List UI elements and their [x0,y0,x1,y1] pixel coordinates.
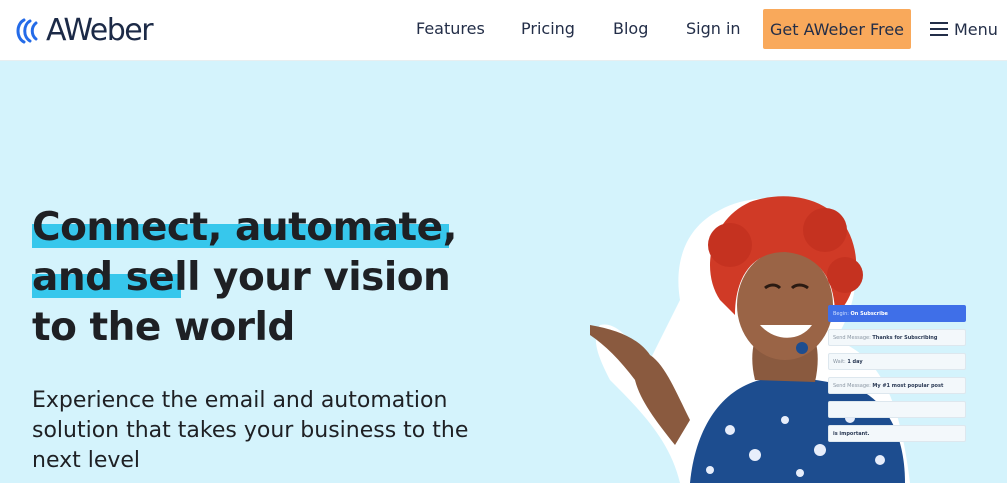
workflow-step: Send Message: Thanks for Subscribing [828,329,966,346]
workflow-step: Begin: On Subscribe [828,305,966,322]
headline-line-2: and sell your vision [32,255,451,300]
aweber-logo-icon [16,18,38,44]
automation-workflow-card: Begin: On Subscribe Send Message: Thanks… [828,305,966,449]
menu-button[interactable]: Menu [930,18,998,40]
logo-wordmark: AWeber [46,13,154,48]
nav-signin[interactable]: Sign in [686,19,741,38]
workflow-step: is important. [828,425,966,442]
workflow-step: Send Message: My #1 most popular post [828,377,966,394]
nav-pricing[interactable]: Pricing [521,19,575,38]
hamburger-menu-icon [930,22,948,36]
nav-features[interactable]: Features [416,19,485,38]
hero-headline: Connect, automate, and sell your vision … [32,203,492,353]
headline-line-3: to the world [32,305,295,350]
hero-subtext: Experience the email and automation solu… [32,388,469,473]
workflow-step: Wait: 1 day [828,353,966,370]
site-header: AWeber Features Pricing Blog Sign in Get… [0,0,1007,61]
workflow-step [828,401,966,418]
aweber-logo[interactable]: AWeber [14,12,154,50]
get-aweber-free-button[interactable]: Get AWeber Free [763,9,911,49]
menu-label: Menu [954,19,998,39]
nav-blog[interactable]: Blog [613,19,648,38]
headline-line-1: Connect, automate, [32,205,457,250]
